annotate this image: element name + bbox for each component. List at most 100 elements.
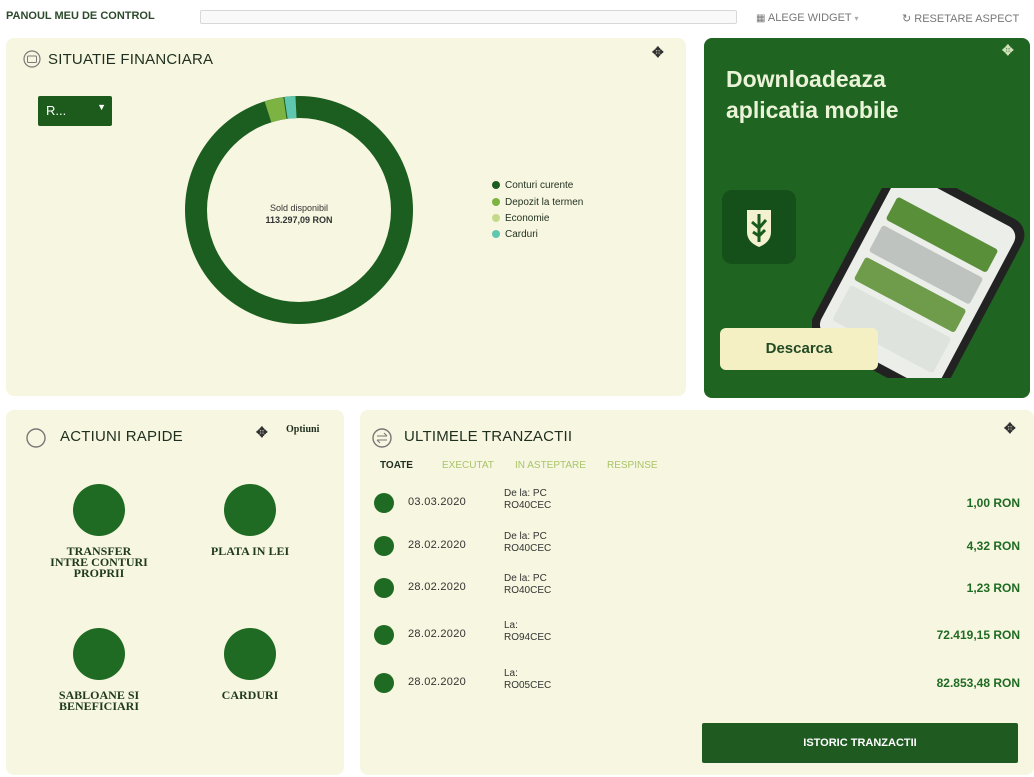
transaction-party-line1: De la: PC: [504, 488, 547, 499]
legend-dot: [492, 214, 500, 223]
tab-pending[interactable]: IN ASTEPTARE: [515, 460, 586, 471]
balance-center: Sold disponibil 113.297,09 RON: [244, 203, 354, 225]
action-label-line1: PLATA IN LEI: [210, 544, 290, 558]
mobile-title-line1: Downloadeaza: [726, 66, 886, 92]
transaction-history-button[interactable]: ISTORIC TRANZACTII: [702, 723, 1018, 763]
transaction-amount: 82.853,48 RON: [936, 676, 1020, 690]
transactions-title: ULTIMELE TRANZACTII: [404, 428, 573, 445]
title-divider: [200, 10, 737, 24]
transaction-party-line2: RO40CEC: [504, 500, 552, 511]
mobile-title-line2: aplicatia mobile: [726, 97, 899, 123]
briefcase-in-icon: [374, 578, 394, 598]
reset-layout-label: RESETARE ASPECT: [914, 13, 1020, 25]
refresh-icon: [26, 428, 46, 448]
briefcase-out-icon: [374, 625, 394, 645]
move-icon[interactable]: ✥: [1002, 42, 1014, 59]
transaction-amount: 1,23 RON: [966, 581, 1020, 595]
legend-label: Economie: [505, 213, 550, 224]
reset-layout-button[interactable]: ↻ RESETARE ASPECT: [902, 12, 1019, 25]
legend-item-depozit: Depozit la termen: [492, 197, 583, 208]
move-icon[interactable]: ✥: [256, 424, 268, 441]
tab-rejected[interactable]: RESPINSE: [607, 460, 658, 471]
transaction-amount: 1,00 RON: [966, 496, 1020, 510]
transaction-party-line2: RO94CEC: [504, 632, 552, 643]
transaction-amount: 4,32 RON: [966, 539, 1020, 553]
transaction-party-line1: De la: PC: [504, 531, 547, 542]
legend-dot: [492, 198, 500, 207]
transaction-row[interactable]: 28.02.2020 De la: PC RO40CEC 1,23 RON: [360, 573, 1034, 613]
legend-label: Carduri: [505, 229, 538, 240]
transfer-own-accounts-action[interactable]: TRANSFER INTRE CONTURI PROPRII: [44, 484, 154, 579]
pay-in-lei-action[interactable]: PLATA IN LEI: [192, 484, 308, 557]
templates-beneficiaries-action[interactable]: SABLOANE SI BENEFICIARI: [44, 628, 154, 712]
transaction-party-line1: De la: PC: [504, 573, 547, 584]
transaction-amount: 72.419,15 RON: [936, 628, 1020, 642]
transaction-party-line2: RO40CEC: [504, 585, 552, 596]
wallet-template-icon: [73, 628, 125, 680]
transaction-party: De la: PC RO40CEC: [504, 531, 551, 555]
legend-dot: [492, 181, 500, 190]
choose-widget-label: ALEGE WIDGET: [767, 12, 852, 24]
transaction-date: 28.02.2020: [408, 676, 467, 688]
transaction-row[interactable]: 28.02.2020 De la: PC RO40CEC 4,32 RON: [360, 531, 1034, 571]
transaction-party-line2: RO05CEC: [504, 680, 552, 691]
legend-item-conturi-curente: Conturi curente: [492, 180, 573, 191]
legend-dot: [492, 230, 500, 239]
balance-label: Sold disponibil: [269, 203, 329, 213]
transaction-row[interactable]: 28.02.2020 La: RO05CEC 82.853,48 RON: [360, 668, 1034, 708]
financial-situation-panel: SITUATIE FINANCIARA ✥ R... ▼ Sold dispon…: [6, 38, 686, 396]
financial-title: SITUATIE FINANCIARA: [48, 51, 214, 68]
leaf-shield-icon: [747, 210, 771, 247]
transaction-date: 28.02.2020: [408, 581, 467, 593]
wallet-transfer-icon: [73, 484, 125, 536]
transaction-row[interactable]: 28.02.2020 La: RO94CEC 72.419,15 RON: [360, 620, 1034, 660]
legend-item-economie: Economie: [492, 213, 549, 224]
grid-icon: ▦: [756, 13, 766, 24]
transaction-date: 03.03.2020: [408, 496, 467, 508]
account-select-value: R...: [46, 103, 67, 118]
transaction-party-line2: RO40CEC: [504, 543, 552, 554]
transaction-party: De la: PC RO40CEC: [504, 488, 551, 512]
legend-label: Depozit la termen: [505, 197, 584, 208]
account-select[interactable]: R... ▼: [38, 96, 112, 126]
action-label-line1: CARDURI: [221, 688, 279, 702]
wallet-payment-icon: [224, 484, 276, 536]
briefcase-in-icon: [374, 493, 394, 513]
mobile-title: Downloadeaza aplicatia mobile: [726, 64, 899, 126]
transaction-party-line1: La:: [504, 668, 518, 679]
legend-item-carduri: Carduri: [492, 229, 538, 240]
transaction-party: La: RO94CEC: [504, 620, 551, 644]
legend-label: Conturi curente: [505, 180, 574, 191]
reset-icon: ↻: [902, 13, 912, 25]
download-button[interactable]: Descarca: [720, 328, 878, 370]
cards-action[interactable]: CARDURI: [200, 628, 300, 701]
chevron-down-icon: ▼: [97, 102, 106, 112]
transaction-party: La: RO05CEC: [504, 668, 551, 692]
transactions-panel: ULTIMELE TRANZACTII ✥ TOATE EXECUTAT IN …: [360, 410, 1034, 775]
top-bar: PANOUL MEU DE CONTROL ▦ ALEGE WIDGET ▾ ↻…: [0, 0, 1034, 32]
credit-card-icon: [224, 628, 276, 680]
transaction-date: 28.02.2020: [408, 628, 467, 640]
action-label-line2: BENEFICIARI: [58, 699, 139, 713]
move-icon[interactable]: ✥: [1004, 420, 1016, 437]
page-title: PANOUL MEU DE CONTROL: [6, 10, 155, 22]
briefcase-out-icon: [374, 673, 394, 693]
exchange-icon: [372, 428, 392, 448]
options-link[interactable]: Optiuni: [286, 424, 319, 435]
quick-actions-panel: ACTIUNI RAPIDE ✥ Optiuni TRANSFER INTRE …: [6, 410, 344, 775]
briefcase-in-icon: [374, 536, 394, 556]
action-label-line3: PROPRII: [73, 566, 125, 580]
transaction-date: 28.02.2020: [408, 539, 467, 551]
wallet-icon: [23, 50, 41, 68]
quick-actions-title: ACTIUNI RAPIDE: [60, 428, 183, 445]
app-logo: [722, 190, 796, 264]
donut-segment-depozit: [264, 97, 287, 123]
transaction-row[interactable]: 03.03.2020 De la: PC RO40CEC 1,00 RON: [360, 488, 1034, 528]
tab-executed[interactable]: EXECUTAT: [442, 460, 494, 471]
choose-widget-button[interactable]: ▦ ALEGE WIDGET ▾: [756, 12, 859, 24]
transaction-party: De la: PC RO40CEC: [504, 573, 551, 597]
tab-all[interactable]: TOATE: [380, 460, 413, 471]
balance-value: 113.297,09 RON: [265, 215, 333, 225]
move-icon[interactable]: ✥: [652, 44, 664, 61]
transaction-party-line1: La:: [504, 620, 518, 631]
